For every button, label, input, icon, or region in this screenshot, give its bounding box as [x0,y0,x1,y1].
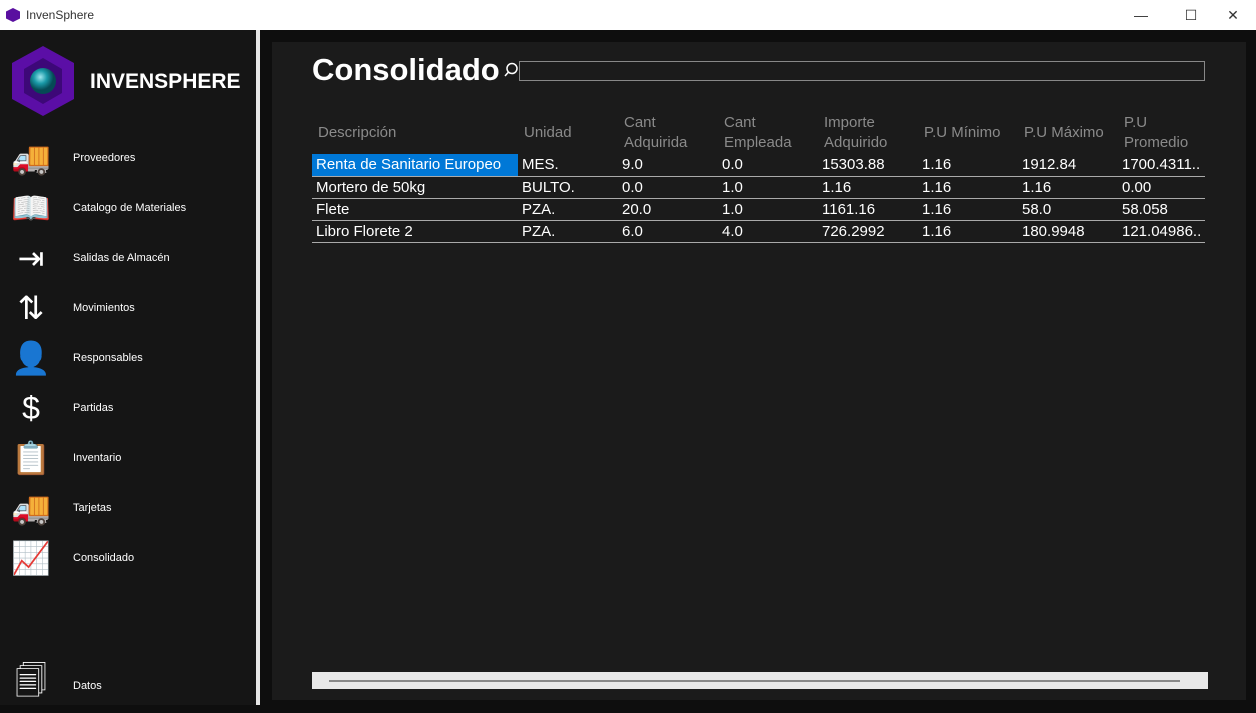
table-cell[interactable]: 9.0 [618,154,718,177]
table-cell[interactable]: 1700.4311.. [1118,154,1206,177]
arrows-updown-icon: ⇅ [17,290,45,326]
person-icon: 👤 [11,340,51,376]
sidebar-item-catalogo-de-materiales[interactable]: 📖 Catalogo de Materiales [0,185,256,231]
sidebar-item-label: Movimientos [73,302,135,314]
column-header[interactable]: Unidad [518,112,618,154]
table-cell[interactable]: 1.16 [1018,176,1118,199]
sidebar-item-label: Responsables [73,352,143,364]
search-icon [504,62,518,77]
column-header[interactable]: P.U Promedio [1118,112,1205,154]
table-cell[interactable]: Renta de Sanitario Europeo [312,154,518,177]
table-cell[interactable]: 58.058 [1118,198,1206,221]
horizontal-scrollbar[interactable] [312,672,1208,689]
sidebar-item-label: Inventario [73,452,122,464]
table-cell[interactable]: 20.0 [618,198,718,221]
column-header[interactable]: P.U Máximo [1018,112,1118,154]
book-icon: 📖 [11,190,51,226]
table-cell[interactable]: 1.16 [918,220,1018,243]
sidebar-item-datos[interactable]: 🗐 Datos [0,663,256,709]
table-cell[interactable]: Mortero de 50kg [312,176,518,199]
sidebar-item-label: Partidas [73,402,114,414]
table-cell[interactable]: 726.2992 [818,220,918,243]
table-cell[interactable]: 1.16 [918,176,1018,199]
table-cell[interactable]: 0.0 [718,154,818,177]
table-cell[interactable]: 1.16 [818,176,918,199]
title-bar: InvenSphere — ☐ ✕ [0,0,1256,30]
table-cell[interactable]: 121.04986.. [1118,220,1206,243]
sidebar-item-partidas[interactable]: $ Partidas [0,385,256,431]
table-cell[interactable]: MES. [518,154,618,177]
table-cell[interactable]: 1.16 [918,154,1018,177]
table-cell[interactable]: 0.00 [1118,176,1206,199]
main-panel: Consolidado Descripción Unidad Cant Adquir… [272,42,1246,700]
exit-icon: ⇥ [17,240,45,276]
app-icon [6,8,20,22]
table-cell[interactable]: 1.0 [718,198,818,221]
minimize-button[interactable]: — [1118,0,1164,30]
table-row[interactable]: Libro Florete 2 PZA. 6.0 4.0 726.2992 1.16 180… [312,220,1206,243]
sidebar-item-responsables[interactable]: 👤 Responsables [0,335,256,381]
documents-icon: 🗐 [15,663,47,699]
truck-icon: 🚚 [11,490,51,526]
close-button[interactable]: ✕ [1210,0,1256,30]
table-cell[interactable]: PZA. [518,198,618,221]
sidebar-item-label: Salidas de Almacén [73,252,170,264]
logo-icon [12,46,74,116]
table-cell[interactable]: 1.16 [918,198,1018,221]
table-cell[interactable]: 1161.16 [818,198,918,221]
calculator-dollar-icon: $ [22,389,40,426]
table-cell[interactable]: Libro Florete 2 [312,220,518,243]
sidebar-item-label: Consolidado [73,552,135,564]
table-cell[interactable]: Flete [312,198,518,221]
column-header[interactable]: Importe Adquirido [818,112,918,154]
table-cell[interactable]: 6.0 [618,220,718,243]
truck-icon: 🚚 [11,140,51,176]
table-row[interactable]: Mortero de 50kg BULTO. 0.0 1.0 1.16 1.16 1.16 0… [312,176,1206,199]
column-header[interactable]: Descripción [312,112,518,154]
column-header[interactable]: Cant Adquirida [618,112,718,154]
chart-icon: 📈 [11,540,51,576]
sidebar-item-label: Datos [73,680,102,692]
page-title: Consolidado [312,52,500,87]
table-cell[interactable]: 1912.84 [1018,154,1118,177]
table-cell[interactable]: BULTO. [518,176,618,199]
table-cell[interactable]: 1.0 [718,176,818,199]
table-cell[interactable]: 0.0 [618,176,718,199]
sidebar-item-movimientos[interactable]: ⇅ Movimientos [0,285,256,331]
sidebar-item-label: Catalogo de Materiales [73,202,187,214]
sidebar-item-inventario[interactable]: 📋 Inventario [0,435,256,481]
consolidado-table: Descripción Unidad Cant Adquirida Cant Empl… [312,112,1206,243]
brand-name: INVENSPHERE [90,70,241,93]
sidebar-item-proveedores[interactable]: 🚚 Proveedores [0,135,256,181]
table-row[interactable]: Renta de Sanitario Europeo MES. 9.0 0.0 1530… [312,154,1206,177]
table-cell[interactable]: PZA. [518,220,618,243]
table-cell[interactable]: 58.0 [1018,198,1118,221]
sidebar-item-label: Tarjetas [73,502,112,514]
table-cell[interactable]: 4.0 [718,220,818,243]
table-cell[interactable]: 180.9948 [1018,220,1118,243]
sidebar-item-tarjetas[interactable]: 🚚 Tarjetas [0,485,256,531]
sidebar-item-consolidado[interactable]: 📈 Consolidado [0,535,256,581]
table-cell[interactable]: 15303.88 [818,154,918,177]
column-header[interactable]: P.U Mínimo [918,112,1018,154]
scrollbar-thumb[interactable] [329,680,1180,682]
table-row[interactable]: Flete PZA. 20.0 1.0 1161.16 1.16 58.0 58.058 [312,198,1206,221]
maximize-button[interactable]: ☐ [1168,0,1214,30]
column-header[interactable]: Cant Empleada [718,112,818,154]
clipboard-icon: 📋 [11,440,51,476]
search-input[interactable] [519,61,1205,81]
sidebar-item-label: Proveedores [73,152,136,164]
window-title: InvenSphere [26,8,95,22]
sidebar-divider [256,30,260,705]
sidebar-item-salidas-de-almac-n[interactable]: ⇥ Salidas de Almacén [0,235,256,281]
